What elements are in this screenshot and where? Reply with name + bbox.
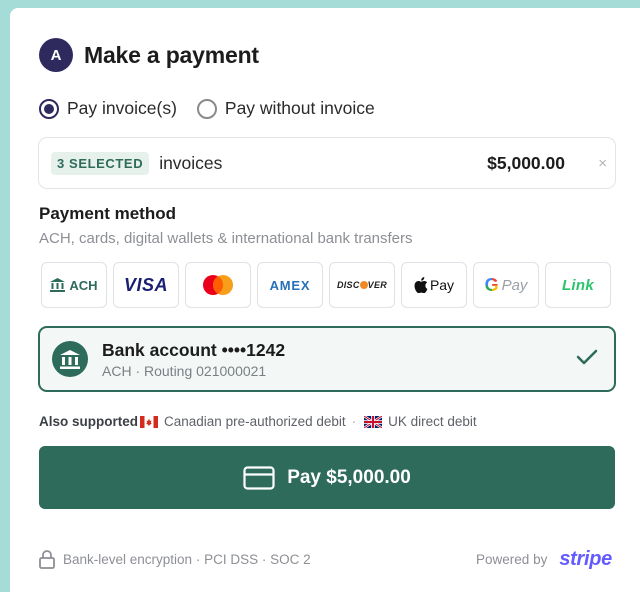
uk-flag-icon [364,415,383,428]
powered-by-label: Powered by [476,552,548,567]
mastercard-logo [203,275,233,295]
also-supported-label: Also supported [39,414,139,429]
security-note: Bank-level encryption · PCI DSS · SOC 2 [39,550,311,569]
method-ach[interactable]: ACH [41,262,107,308]
method-link[interactable]: Link [545,262,611,308]
canada-flag-icon [140,415,159,428]
bank-icon [52,341,88,377]
method-mastercard[interactable] [185,262,251,308]
bank-detail: ACH · Routing 021000021 [102,362,267,379]
link-logo: Link [561,276,595,294]
method-amex[interactable]: AMEX [257,262,323,308]
radio-label: Pay without invoice [224,98,375,118]
method-apple-pay[interactable]: Pay [401,262,467,308]
clear-icon[interactable]: × [598,155,607,172]
avatar: A [39,38,73,72]
bank-icon [50,278,66,292]
selected-bank-account[interactable]: Bank account ••••1242 ACH · Routing 0210… [38,326,616,392]
also-supported: Also supported Canadian pre-authorized d… [39,414,477,429]
lock-icon [39,550,55,569]
canada-debit: Canadian pre-authorized debit [164,414,346,429]
ach-logo: ACH [50,277,98,293]
page-title: Make a payment [84,41,259,68]
security-text: Bank-level encryption · PCI DSS · SOC 2 [63,552,311,567]
method-discover[interactable]: DISC VER [329,262,395,308]
pay-button-label: Pay $5,000.00 [287,466,411,488]
method-visa[interactable]: VISA [113,262,179,308]
payment-method-list: ACH VISA AMEX DISC VER Pay G Pay Link [41,262,617,308]
pay-button[interactable]: Pay $5,000.00 [39,446,615,509]
radio-pay-invoices[interactable]: Pay invoice(s) [39,98,177,119]
google-pay-logo: G Pay [484,274,528,295]
bank-text: Bank account ••••1242 ACH · Routing 0210… [102,340,285,379]
method-google-pay[interactable]: G Pay [473,262,539,308]
radio-selected-icon [39,98,59,119]
visa-logo: VISA [123,274,168,295]
apple-icon [414,277,428,293]
radio-label: Pay invoice(s) [67,98,177,118]
payment-card: A Make a payment Pay invoice(s) Pay with… [10,8,640,592]
selected-count-badge: 3 SELECTED [51,151,150,175]
invoice-amount: $5,000.00 [487,152,565,173]
invoice-selector[interactable]: 3 SELECTED invoices $5,000.00 × [38,137,616,189]
payment-mode-group: Pay invoice(s) Pay without invoice [39,98,395,119]
apple-pay-logo: Pay [414,277,454,293]
radio-unselected-icon [196,98,217,119]
card-icon [243,465,275,490]
uk-debit: UK direct debit [388,414,477,429]
discover-logo: DISC VER [336,280,388,290]
separator: · [351,414,357,429]
header: A Make a payment [39,38,259,72]
amex-logo: AMEX [269,277,311,293]
radio-pay-without-invoice[interactable]: Pay without invoice [196,98,375,119]
invoice-label: invoices [159,152,223,173]
check-icon [576,349,598,365]
payment-method-title: Payment method [39,204,176,223]
ach-label: ACH [69,277,98,293]
bank-name: Bank account ••••1242 [102,339,286,360]
payment-method-subtitle: ACH, cards, digital wallets & internatio… [39,230,413,247]
powered-by: Powered by stripe [476,548,612,571]
stripe-logo[interactable]: stripe [559,548,612,571]
